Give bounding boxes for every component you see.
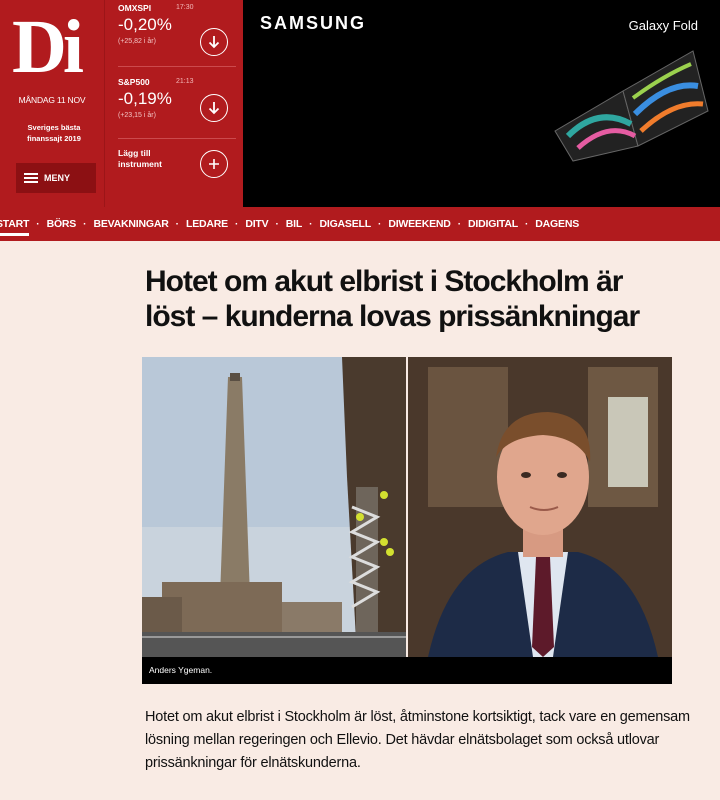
instrument-time: 17:30: [176, 4, 194, 11]
section-nav: START · BÖRS · BEVAKNINGAR · LEDARE · DI…: [0, 207, 720, 241]
nav-item-digasell[interactable]: DIGASELL: [319, 218, 371, 230]
folding-phone-image: [554, 50, 709, 162]
nav-separator: ·: [457, 218, 462, 230]
nav-separator: ·: [309, 218, 313, 230]
instrument-ytd: (+25,82 i år): [118, 38, 156, 45]
article-headline[interactable]: Hotet om akut elbrist i Stockholm är lös…: [145, 264, 720, 334]
instrument-omxspi[interactable]: OMXSPI 17:30 -0,20% (+25,82 i år): [118, 3, 240, 58]
ad-product: Galaxy Fold: [628, 18, 698, 33]
nav-separator: ·: [36, 218, 40, 230]
nav-separator: ·: [275, 218, 279, 230]
nav-item-bil[interactable]: BIL: [286, 218, 303, 230]
arrow-down-icon: [200, 94, 228, 122]
headline-line-2: löst – kunderna lovas prissänkningar: [145, 300, 640, 333]
menu-label: MENY: [44, 173, 71, 183]
nav-separator: ·: [377, 218, 382, 230]
nav-item-start[interactable]: START: [0, 218, 29, 236]
portrait-photo: [408, 357, 672, 657]
instrument-name: S&P500: [118, 77, 150, 87]
nav-item-diweekend[interactable]: DIWEEKEND: [388, 218, 451, 230]
nav-item-dagens[interactable]: DAGENS: [535, 218, 579, 230]
samsung-ad-banner[interactable]: SAMSUNG Galaxy Fold: [243, 0, 720, 207]
instrument-value: -0,19%: [118, 89, 172, 108]
image-caption: Anders Ygeman.: [142, 657, 672, 684]
article-lead: Hotet om akut elbrist i Stockholm är lös…: [145, 709, 690, 771]
nav-separator: ·: [234, 218, 239, 230]
chimney-photo: [142, 357, 406, 657]
instrument-ytd: (+23,15 i år): [118, 112, 156, 119]
nav-item-bevakningar[interactable]: BEVAKNINGAR: [93, 218, 168, 230]
nav-item-didigital[interactable]: DIDIGITAL: [468, 218, 518, 230]
di-logo[interactable]: Di: [12, 4, 84, 90]
menu-button[interactable]: MENY: [16, 163, 96, 193]
instrument-name: OMXSPI: [118, 3, 152, 13]
nav-item-bors[interactable]: BÖRS: [47, 218, 77, 230]
award-text: Sveriges bästa finanssajt 2019: [27, 123, 81, 143]
instrument-divider: [118, 138, 236, 139]
site-header: Di MÅNDAG 11 NOV Sveriges bästa finanssa…: [0, 0, 720, 207]
instrument-value: -0,20%: [118, 15, 172, 34]
nav-separator: ·: [83, 218, 87, 230]
current-date: MÅNDAG 11 NOV: [18, 95, 86, 105]
headline-line-1: Hotet om akut elbrist i Stockholm är: [145, 265, 623, 298]
logo-panel: Di MÅNDAG 11 NOV Sveriges bästa finanssa…: [0, 0, 105, 207]
instrument-time: 21:13: [176, 78, 194, 85]
instrument-divider: [118, 66, 236, 67]
nav-separator: ·: [175, 218, 179, 230]
instrument-sp500[interactable]: S&P500 21:13 -0,19% (+23,15 i år): [118, 77, 240, 132]
nav-separator: ·: [524, 218, 529, 230]
ad-brand: SAMSUNG: [260, 13, 367, 33]
nav-item-ledare[interactable]: LEDARE: [186, 218, 228, 230]
arrow-down-icon: [200, 28, 228, 56]
hamburger-icon: [24, 173, 38, 183]
plus-icon: [200, 150, 228, 178]
add-instrument-label: Lägg till instrument: [118, 148, 162, 169]
add-instrument-button[interactable]: Lägg till instrument: [118, 148, 240, 188]
article-image[interactable]: [142, 357, 672, 657]
nav-item-ditv[interactable]: DITV: [245, 218, 268, 230]
